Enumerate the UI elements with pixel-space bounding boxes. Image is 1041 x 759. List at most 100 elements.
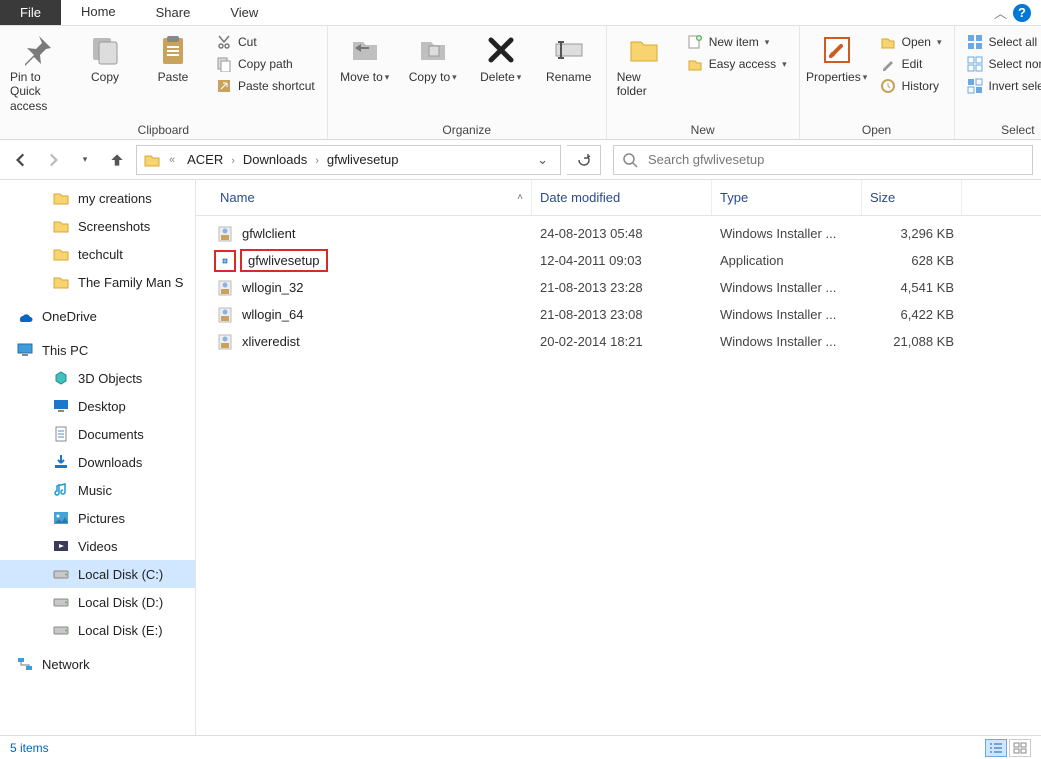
folder-icon: [143, 151, 161, 169]
onedrive-icon: [16, 307, 34, 325]
ribbon: Pin to Quick access Copy Paste Cut Copy …: [0, 26, 1041, 140]
ribbon-tabs: File Home Share View ︿ ?: [0, 0, 1041, 26]
file-date: 21-08-2013 23:08: [532, 307, 712, 322]
chevron-icon: «: [165, 154, 179, 166]
navigation-pane[interactable]: my creationsScreenshotstechcultThe Famil…: [0, 180, 196, 735]
file-list-area: Name˄ Date modified Type Size gfwlclient…: [196, 180, 1041, 735]
rename-button[interactable]: Rename: [540, 30, 598, 88]
sidebar-item[interactable]: Music: [0, 476, 195, 504]
breadcrumb[interactable]: « ACER›Downloads›gfwlivesetup ⌄: [136, 145, 561, 175]
sidebar-item[interactable]: Documents: [0, 420, 195, 448]
tab-share[interactable]: Share: [136, 0, 211, 25]
breadcrumb-item[interactable]: ACER: [183, 150, 227, 169]
delete-button[interactable]: Delete▾: [472, 30, 530, 88]
sidebar-this-pc[interactable]: This PC: [0, 336, 195, 364]
address-bar-row: ▾ « ACER›Downloads›gfwlivesetup ⌄ Search…: [0, 140, 1041, 180]
music-icon: [52, 481, 70, 499]
chevron-right-icon: ›: [227, 155, 239, 167]
sidebar-onedrive[interactable]: OneDrive: [0, 302, 195, 330]
sidebar-item-label: Desktop: [78, 399, 126, 414]
sort-asc-icon: ˄: [517, 192, 523, 203]
copy-button[interactable]: Copy: [76, 30, 134, 88]
help-icon[interactable]: ?: [1013, 4, 1031, 22]
breadcrumb-item[interactable]: Downloads: [239, 150, 311, 169]
cut-button[interactable]: Cut: [212, 32, 319, 52]
refresh-button[interactable]: [567, 145, 601, 175]
select-none-button[interactable]: Select none: [963, 54, 1041, 74]
tab-home[interactable]: Home: [61, 0, 136, 25]
back-button[interactable]: [8, 147, 34, 173]
properties-button[interactable]: Properties▾: [808, 30, 866, 88]
folder-icon: [52, 189, 70, 207]
breadcrumb-item[interactable]: gfwlivesetup: [323, 150, 403, 169]
file-rows: gfwlclient 24-08-2013 05:48Windows Instal…: [196, 216, 1041, 359]
invert-selection-button[interactable]: Invert selection: [963, 76, 1041, 96]
sidebar-item[interactable]: 3D Objects: [0, 364, 195, 392]
recent-locations-button[interactable]: ▾: [72, 147, 98, 173]
pc-icon: [16, 341, 34, 359]
edit-button[interactable]: Edit: [876, 54, 946, 74]
file-row[interactable]: wllogin_6421-08-2013 23:08Windows Instal…: [212, 301, 1041, 328]
file-size: 628 KB: [862, 253, 962, 268]
sidebar-item[interactable]: my creations: [0, 184, 195, 212]
search-input[interactable]: Search gfwlivesetup: [613, 145, 1033, 175]
sidebar-item[interactable]: Videos: [0, 532, 195, 560]
sidebar-item[interactable]: Pictures: [0, 504, 195, 532]
column-type[interactable]: Type: [712, 180, 862, 215]
pin-to-quick-access-button[interactable]: Pin to Quick access: [8, 30, 66, 117]
group-open: Properties▾ Open▾ Edit History Open: [800, 26, 955, 139]
file-row[interactable]: gfwlclient 24-08-2013 05:48Windows Instal…: [212, 220, 1041, 247]
sidebar-item[interactable]: Local Disk (E:): [0, 616, 195, 644]
sidebar-item[interactable]: techcult: [0, 240, 195, 268]
file-name: wllogin_32: [242, 280, 303, 295]
forward-button[interactable]: [40, 147, 66, 173]
file-row[interactable]: wllogin_3221-08-2013 23:28Windows Instal…: [212, 274, 1041, 301]
large-icons-view-button[interactable]: [1009, 739, 1031, 757]
folder-icon: [52, 217, 70, 235]
sidebar-item[interactable]: Desktop: [0, 392, 195, 420]
column-date[interactable]: Date modified: [532, 180, 712, 215]
file-date: 24-08-2013 05:48: [532, 226, 712, 241]
sidebar-item-label: Local Disk (C:): [78, 567, 163, 582]
sidebar-item[interactable]: Downloads: [0, 448, 195, 476]
up-button[interactable]: [104, 147, 130, 173]
open-button[interactable]: Open▾: [876, 32, 946, 52]
file-icon: [216, 225, 234, 243]
breadcrumb-dropdown[interactable]: ⌄: [531, 152, 554, 168]
sidebar-item[interactable]: Screenshots: [0, 212, 195, 240]
easy-access-button[interactable]: Easy access▾: [683, 54, 791, 74]
dropdown-icon: ▾: [517, 72, 522, 83]
column-name[interactable]: Name˄: [212, 180, 532, 215]
sidebar-item[interactable]: Local Disk (D:): [0, 588, 195, 616]
file-row[interactable]: xliveredist20-02-2014 18:21Windows Insta…: [212, 328, 1041, 355]
file-type: Windows Installer ...: [712, 226, 862, 241]
group-organize: Move to▾ Copy to▾ Delete▾ Rename Organiz…: [328, 26, 607, 139]
new-folder-button[interactable]: New folder: [615, 30, 673, 103]
history-button[interactable]: History: [876, 76, 946, 96]
tab-file[interactable]: File: [0, 0, 61, 25]
minimize-ribbon-icon[interactable]: ︿: [994, 3, 1007, 22]
sidebar-item-label: Local Disk (E:): [78, 623, 163, 638]
sidebar-item[interactable]: Local Disk (C:): [0, 560, 195, 588]
paste-button[interactable]: Paste: [144, 30, 202, 88]
sidebar-item-label: Videos: [78, 539, 118, 554]
file-size: 4,541 KB: [862, 280, 962, 295]
file-name: wllogin_64: [242, 307, 303, 322]
copy-path-button[interactable]: Copy path: [212, 54, 319, 74]
file-name: gfwlclient: [242, 226, 295, 241]
paste-shortcut-button[interactable]: Paste shortcut: [212, 76, 319, 96]
details-view-button[interactable]: [985, 739, 1007, 757]
sidebar-item[interactable]: The Family Man S: [0, 268, 195, 296]
select-all-button[interactable]: Select all: [963, 32, 1041, 52]
sidebar-item-label: Documents: [78, 427, 144, 442]
move-to-button[interactable]: Move to▾: [336, 30, 394, 88]
file-icon: [216, 306, 234, 324]
sidebar-network[interactable]: Network: [0, 650, 195, 678]
copy-to-button[interactable]: Copy to▾: [404, 30, 462, 88]
tab-view[interactable]: View: [210, 0, 278, 25]
new-item-button[interactable]: New item▾: [683, 32, 791, 52]
column-size[interactable]: Size: [862, 180, 962, 215]
group-clipboard-label: Clipboard: [8, 121, 319, 137]
file-row[interactable]: gfwlivesetup12-04-2011 09:03Application6…: [212, 247, 1041, 274]
file-size: 6,422 KB: [862, 307, 962, 322]
